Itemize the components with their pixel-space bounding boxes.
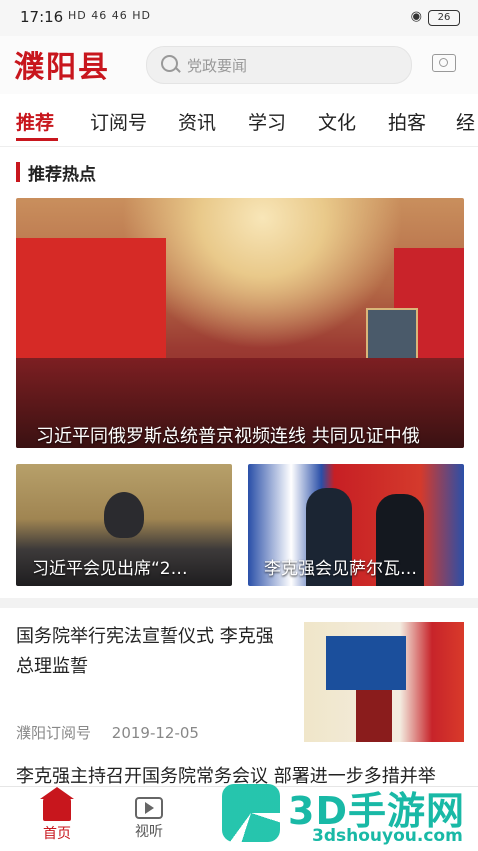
photo-screen — [326, 636, 406, 690]
news-title[interactable]: 国务院举行宪法宣誓仪式 李克强总理监誓 — [16, 622, 286, 682]
camera-icon[interactable] — [432, 54, 456, 72]
news-source: 濮阳订阅号 — [16, 724, 92, 742]
tab-recommend[interactable]: 推荐 — [16, 108, 54, 135]
tab-economy[interactable]: 经 — [456, 108, 475, 135]
app-header: 濮阳县 党政要闻 — [0, 36, 478, 94]
search-icon — [161, 55, 178, 72]
search-bar[interactable]: 党政要闻 — [146, 46, 412, 84]
section-title: 推荐热点 — [28, 165, 96, 185]
section-accent-bar — [16, 162, 20, 182]
status-time: 17:16 — [20, 8, 64, 26]
news-thumbnail[interactable] — [304, 622, 464, 742]
photo-podium — [356, 690, 392, 742]
search-placeholder: 党政要闻 — [187, 57, 248, 75]
tab-news[interactable]: 资讯 — [178, 108, 216, 135]
active-tab-indicator — [16, 138, 58, 141]
featured-card-small-1[interactable]: 习近平会见出席“2… — [16, 464, 232, 586]
featured-card-caption: 李克强会见萨尔瓦… — [264, 559, 417, 579]
featured-card-main[interactable]: 习近平同俄罗斯总统普京视频连线 共同见证中俄 — [16, 198, 464, 448]
watermark-url: 3dshouyou.com — [312, 826, 463, 846]
app-logo: 濮阳县 — [14, 50, 110, 85]
tab-study[interactable]: 学习 — [248, 108, 286, 135]
tab-photographer[interactable]: 拍客 — [388, 108, 426, 135]
home-icon — [40, 787, 74, 821]
news-date: 2019-12-05 — [111, 724, 199, 742]
tab-culture[interactable]: 文化 — [318, 108, 356, 135]
category-tabs: 推荐 订阅号 资讯 学习 文化 拍客 经 — [0, 94, 478, 147]
watermark: 3D手游网 3dshouyou.com — [222, 778, 478, 850]
battery-icon: 26 — [428, 10, 460, 26]
tab-subscription[interactable]: 订阅号 — [90, 108, 147, 135]
watermark-logo-icon — [222, 784, 280, 842]
nav-home[interactable]: 首页 — [22, 787, 92, 843]
nav-label: 视听 — [135, 824, 163, 840]
status-bar: 17:16 HD 46 46 HD ◉ 26 — [0, 0, 478, 36]
nav-video[interactable]: 视听 — [114, 793, 184, 841]
featured-card-caption: 习近平会见出席“2… — [32, 559, 188, 579]
nav-label: 首页 — [43, 826, 71, 842]
news-meta: 濮阳订阅号 2019-12-05 — [16, 722, 215, 743]
video-icon — [135, 797, 163, 819]
photo-figure — [104, 492, 144, 538]
lock-icon: ◉ — [410, 9, 422, 24]
featured-card-small-2[interactable]: 李克强会见萨尔瓦… — [248, 464, 464, 586]
featured-card-caption: 习近平同俄罗斯总统普京视频连线 共同见证中俄 — [36, 426, 420, 447]
signal-icons: HD 46 46 HD — [68, 9, 151, 22]
section-divider — [0, 598, 478, 608]
